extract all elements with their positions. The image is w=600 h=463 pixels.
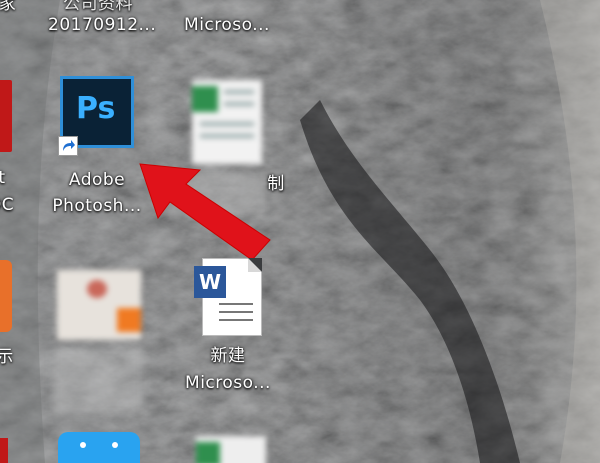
desktop-icon-company-files[interactable]: 公司资料 20170912... — [48, 0, 157, 40]
word-doc-label-line2: Microso... — [185, 373, 271, 393]
photoshop-label-line2: Photosh... — [52, 196, 142, 216]
spreadsheet-icon — [192, 80, 262, 164]
desktop-icon-blurred-lower[interactable] — [47, 270, 147, 420]
photoshop-icon-text: Ps — [76, 91, 116, 126]
desktop-icon-bottom-blue[interactable] — [58, 432, 140, 463]
blurred-document-icon — [57, 270, 141, 340]
red-arrow-annotation — [139, 163, 271, 261]
company-files-label-line1: 公司资料 — [63, 0, 133, 14]
company-files-label-line2: 20170912... — [48, 15, 157, 35]
desktop-icon-microsoft-top[interactable]: Microso... — [177, 0, 277, 40]
word-badge-letter: W — [198, 270, 222, 294]
word-doc-label-line1: 新建 — [210, 346, 246, 366]
photoshop-label-line1: Adobe — [68, 170, 126, 190]
desktop[interactable]: 资料家 公司资料 20170912... Microso... t OC 示 P… — [0, 0, 600, 463]
desktop-icon-left-orange[interactable] — [0, 260, 12, 332]
left-edge-label-shi: 示 — [0, 347, 14, 367]
shortcut-arrow-icon — [58, 136, 78, 156]
top-left-icon-label[interactable]: 资料家 — [0, 0, 30, 15]
microsoft-top-label: Microso... — [184, 15, 270, 35]
left-edge-label-t: t — [0, 168, 6, 188]
desktop-icon-bottom-blurred[interactable] — [196, 436, 266, 463]
desktop-icon-new-word-doc[interactable]: W 新建 Microso... — [178, 258, 278, 398]
word-badge-icon: W — [194, 266, 226, 298]
desktop-icon-left-red[interactable] — [0, 80, 12, 152]
left-edge-label-oc: OC — [0, 195, 15, 215]
desktop-icon-bottom-left-red[interactable] — [0, 438, 8, 463]
desktop-icon-photoshop[interactable]: Ps Adobe Photosh... — [47, 76, 147, 221]
blurred-lower-label — [53, 348, 143, 414]
